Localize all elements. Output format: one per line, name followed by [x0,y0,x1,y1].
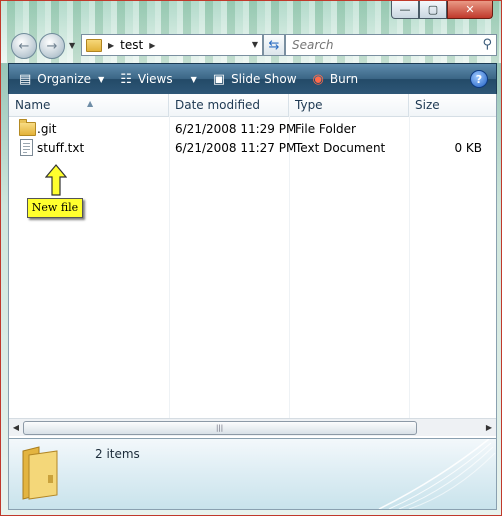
breadcrumb-separator-icon[interactable]: ▶ [149,41,155,50]
breadcrumb-item-test[interactable]: test [120,38,143,52]
address-dropdown-icon[interactable]: ▼ [252,40,258,49]
slideshow-label: Slide Show [231,72,297,86]
new-file-callout: New file [27,198,83,218]
slideshow-icon: ▣ [212,71,226,87]
slideshow-button[interactable]: ▣ Slide Show [213,64,297,94]
column-header-label: Size [415,98,440,112]
views-icon: ☷ [120,71,132,87]
file-row-stuff-txt[interactable]: stuff.txt 6/21/2008 11:27 PM Text Docume… [9,138,496,158]
address-bar[interactable]: ▶ test ▶ ▼ [81,34,263,56]
column-header-label: Type [295,98,323,112]
file-date: 6/21/2008 11:27 PM [175,141,297,155]
file-name: .git [37,122,57,136]
details-pane: 2 items [8,438,497,510]
file-name: stuff.txt [37,141,85,155]
scroll-left-icon[interactable]: ◀ [9,420,23,434]
search-icon[interactable]: ⚲ [482,37,492,52]
scrollbar-thumb[interactable]: ||| [23,421,417,435]
chevron-down-icon: ▼ [190,74,197,84]
text-file-icon [20,139,33,156]
column-header-row: Name ▲ Date modified Type Size [9,94,496,117]
sort-ascending-icon: ▲ [87,99,94,108]
search-box[interactable]: ⚲ [285,34,497,56]
item-count: 2 items [95,447,140,461]
refresh-button[interactable]: ⇆ [263,34,285,56]
file-row-git[interactable]: .git 6/21/2008 11:29 PM File Folder [9,119,496,139]
organize-icon: ▤ [19,71,32,87]
column-header-date[interactable]: Date modified [169,94,289,116]
help-button[interactable]: ? [470,70,488,88]
close-button[interactable]: ✕ [447,1,493,19]
column-header-type[interactable]: Type [289,94,409,116]
file-type: File Folder [295,122,356,136]
minimize-button[interactable]: — [391,1,419,19]
column-header-label: Name [15,98,51,112]
folder-icon [19,119,36,136]
chevron-down-icon: ▼ [98,74,105,84]
column-header-size[interactable]: Size [409,94,496,116]
column-header-name[interactable]: Name ▲ [9,94,169,116]
file-size: 0 KB [454,141,482,155]
burn-label: Burn [329,72,359,86]
forward-arrow-icon: → [46,38,58,54]
forward-button[interactable]: → [39,33,65,59]
large-folder-icon [22,446,58,500]
explorer-window: — ▢ ✕ ← → ▼ ▶ test ▶ ▼ ⇆ ⚲ ▤ Organize [0,0,502,516]
decorative-swoosh [378,439,496,509]
views-button[interactable]: ☷ Views ▼ [120,64,197,94]
scroll-grip-icon: ||| [216,424,224,432]
scroll-right-icon[interactable]: ▶ [482,420,496,434]
maximize-button[interactable]: ▢ [419,1,447,19]
command-bar: ▤ Organize ▼ ☷ Views ▼ ▣ Slide Show ◉ Bu… [8,63,497,95]
navigation-bar: ← → ▼ ▶ test ▶ ▼ ⇆ ⚲ [11,33,497,59]
burn-icon: ◉ [312,71,324,87]
refresh-icon: ⇆ [268,37,280,53]
column-divider [289,116,290,418]
views-label: Views [137,72,173,86]
organize-label: Organize [37,72,92,86]
file-date: 6/21/2008 11:29 PM [175,122,297,136]
breadcrumb-separator-icon[interactable]: ▶ [108,41,114,50]
file-type: Text Document [295,141,386,155]
back-arrow-icon: ← [18,38,30,54]
file-list: Name ▲ Date modified Type Size .git 6/21… [8,94,497,438]
folder-icon [86,38,102,52]
column-divider [409,116,410,418]
help-icon: ? [475,72,483,86]
burn-button[interactable]: ◉ Burn [313,64,359,94]
recent-pages-dropdown-icon[interactable]: ▼ [69,41,75,50]
callout-label: New file [31,201,79,214]
column-divider [169,116,170,418]
organize-button[interactable]: ▤ Organize ▼ [19,64,104,94]
back-button[interactable]: ← [11,33,37,59]
window-controls: — ▢ ✕ [391,1,493,19]
up-arrow-annotation-icon [45,164,67,196]
horizontal-scrollbar[interactable]: ◀ ||| ▶ [9,418,496,436]
column-header-label: Date modified [175,98,261,112]
search-input[interactable] [286,37,474,53]
